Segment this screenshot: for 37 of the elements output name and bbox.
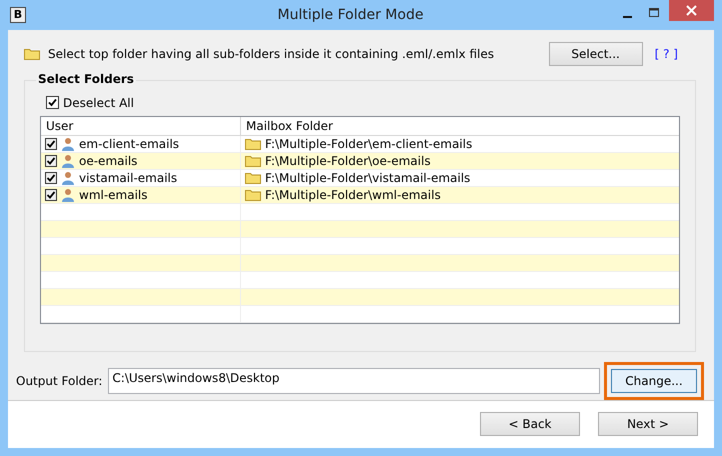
user-icon <box>61 188 75 202</box>
change-button[interactable]: Change... <box>611 368 697 393</box>
folder-cell: F:\Multiple-Folder\oe-emails <box>265 154 431 168</box>
folder-icon <box>245 154 261 167</box>
folder-cell: F:\Multiple-Folder\vistamail-emails <box>265 170 470 185</box>
user-cell: oe-emails <box>79 154 138 168</box>
user-icon <box>61 136 75 151</box>
next-button[interactable]: Next > <box>598 412 698 436</box>
folder-cell: F:\Multiple-Folder\em-client-emails <box>265 136 472 151</box>
table-row[interactable]: wml-emails F:\Multiple-Folder\wml-emails <box>41 186 679 204</box>
deselect-all-checkbox[interactable] <box>46 96 59 110</box>
folder-icon <box>24 47 40 60</box>
app-icon: B <box>10 6 26 23</box>
user-cell: vistamail-emails <box>79 170 178 185</box>
select-button[interactable]: Select... <box>548 42 643 66</box>
user-icon <box>61 170 75 185</box>
user-icon <box>61 154 75 168</box>
back-button[interactable]: < Back <box>480 412 580 436</box>
row-checkbox[interactable] <box>45 172 57 184</box>
row-checkbox[interactable] <box>45 154 57 167</box>
column-header[interactable]: Mailbox Folder <box>241 116 679 135</box>
output-folder-label: Output Folder: <box>16 374 102 388</box>
row-checkbox[interactable] <box>45 188 57 201</box>
folder-cell: F:\Multiple-Folder\wml-emails <box>265 188 441 202</box>
window-title: Multiple Folder Mode <box>276 6 424 23</box>
instruction-text: Select top folder having all sub-folders inside it containing .eml/.emlx files <box>48 46 494 61</box>
close-icon[interactable] <box>669 0 714 21</box>
help-link[interactable]: [ ? ] <box>654 46 678 61</box>
deselect-all-label: Deselect All <box>63 96 134 110</box>
row-checkbox[interactable] <box>45 138 57 150</box>
user-cell: wml-emails <box>79 188 148 202</box>
folder-icon <box>245 188 261 201</box>
group-title: Select Folders <box>36 72 136 86</box>
table-row[interactable]: oe-emails F:\Multiple-Folder\oe-emails <box>41 152 679 170</box>
user-cell: em-client-emails <box>79 136 180 151</box>
column-header[interactable]: User <box>41 116 241 135</box>
output-folder-field[interactable]: C:\Users\windows8\Desktop <box>108 368 600 394</box>
